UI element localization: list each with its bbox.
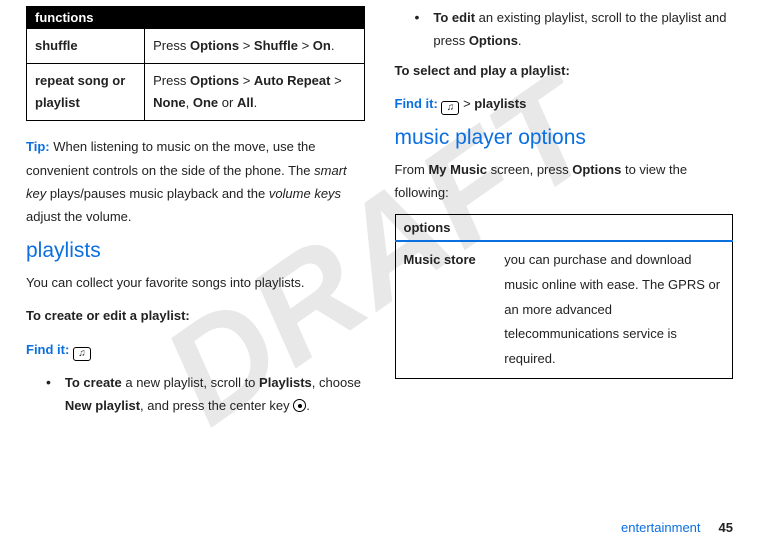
text: . [331,38,335,53]
footer-page-number: 45 [719,520,733,535]
volume-keys-text: volume keys [269,186,341,201]
playlists-text: Playlists [259,375,312,390]
repeat-label: repeat song or playlist [27,64,145,121]
all-text: All [237,95,254,110]
options-text: Options [572,162,621,177]
functions-header: functions [27,6,365,29]
none-text: None [153,95,186,110]
bullet-icon: • [415,6,420,28]
table-header-row: options [395,215,733,242]
text: , [186,95,193,110]
bullet-text: To edit an existing playlist, scroll to … [433,6,733,53]
shuffle-text: Shuffle [254,38,298,53]
text: > [239,73,254,88]
to-edit-strong: To edit [433,10,475,25]
page-columns: functions shuffle Press Options > Shuffl… [0,0,759,545]
music-player-options-heading: music player options [395,126,734,150]
table-header-row: functions [27,6,365,29]
select-play-heading: To select and play a playlist: [395,59,734,82]
auto-repeat-text: Auto Repeat [254,73,331,88]
one-text: One [193,95,218,110]
text: a new playlist, scroll to [122,375,259,390]
my-music-text: My Music [428,162,487,177]
bullet-icon: • [46,371,51,393]
text: From [395,162,429,177]
options-header: options [395,215,733,242]
new-playlist-text: New playlist [65,398,140,413]
options-text: Options [469,33,518,48]
text: screen, press [487,162,572,177]
repeat-desc: Press Options > Auto Repeat > None, One … [145,64,364,121]
tip-label: Tip: [26,139,50,154]
playlists-heading: playlists [26,239,365,263]
page-footer: entertainment 45 [621,520,733,535]
find-it-label: Find it: [26,342,69,357]
text: , choose [312,375,361,390]
bullet-create: • To create a new playlist, scroll to Pl… [26,371,365,418]
text: . [254,95,258,110]
text: . [518,33,522,48]
music-key-icon: ♫ [73,347,91,361]
on-text: On [313,38,331,53]
left-column: functions shuffle Press Options > Shuffl… [26,6,365,545]
text: adjust the volume. [26,209,132,224]
text: or [218,95,237,110]
create-edit-heading: To create or edit a playlist: [26,304,365,327]
find-it-line-2: Find it: ♫ > playlists [395,92,734,115]
options-table: options Music store you can purchase and… [395,214,734,378]
find-it-line: Find it: ♫ [26,338,365,361]
shuffle-desc: Press Options > Shuffle > On. [145,29,364,64]
text: plays/pauses music playback and the [46,186,269,201]
footer-section: entertainment [621,520,701,535]
text: > [239,38,254,53]
table-row: shuffle Press Options > Shuffle > On. [27,29,365,64]
music-store-desc: you can purchase and download music onli… [496,241,732,378]
table-row: repeat song or playlist Press Options > … [27,64,365,121]
functions-table: functions shuffle Press Options > Shuffl… [26,6,365,121]
center-key-icon [293,399,306,412]
find-it-label: Find it: [395,96,438,111]
text: > [298,38,313,53]
bullet-edit: • To edit an existing playlist, scroll t… [395,6,734,53]
options-text: Options [190,38,239,53]
playlists-intro: You can collect your favorite songs into… [26,271,365,294]
text: , and press the center key [140,398,293,413]
text: When listening to music on the move, use… [26,139,316,177]
tip-paragraph: Tip: When listening to music on the move… [26,135,365,229]
text: Press [153,38,190,53]
table-row: Music store you can purchase and downloa… [395,241,733,378]
shuffle-label: shuffle [27,29,145,64]
playlists-menu-text: playlists [474,96,526,111]
options-text: Options [190,73,239,88]
text: Press [153,73,190,88]
right-column: • To edit an existing playlist, scroll t… [395,6,734,545]
music-store-label: Music store [395,241,496,378]
music-key-icon: ♫ [441,101,459,115]
bullet-text: To create a new playlist, scroll to Play… [65,371,365,418]
note-glyph: ♫ [78,349,86,359]
to-create-strong: To create [65,375,122,390]
note-glyph: ♫ [447,103,455,113]
text: > [459,96,474,111]
options-intro: From My Music screen, press Options to v… [395,158,734,205]
text: . [306,398,310,413]
text: > [330,73,341,88]
